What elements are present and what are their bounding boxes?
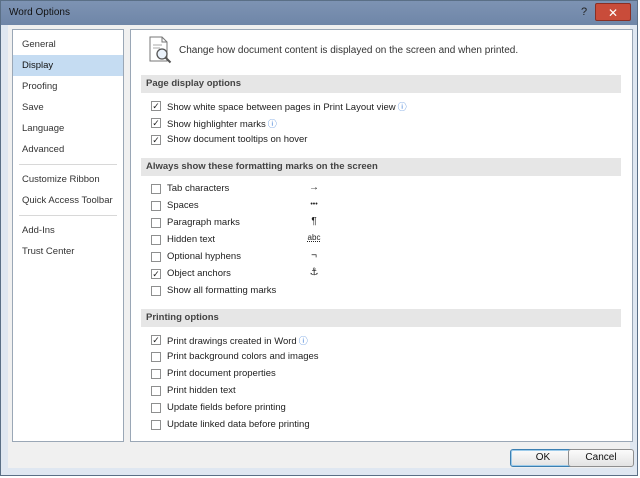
- sidebar-divider: [19, 164, 117, 165]
- close-icon[interactable]: ✕: [595, 3, 631, 21]
- checkbox-print-background[interactable]: [151, 352, 161, 362]
- checkbox-hidden-text[interactable]: [151, 235, 161, 245]
- sidebar: General Display Proofing Save Language A…: [12, 29, 124, 442]
- word-options-window: Word Options ? ✕ General Display Proofin…: [0, 0, 638, 476]
- sidebar-item-quick-access-toolbar[interactable]: Quick Access Toolbar: [13, 190, 123, 211]
- checkbox-highlighter-marks[interactable]: ✓: [151, 118, 161, 128]
- option-label: Spaces: [167, 200, 199, 211]
- sidebar-item-proofing[interactable]: Proofing: [13, 76, 123, 97]
- section-formatting-marks: Always show these formatting marks on th…: [141, 158, 621, 176]
- section-page-display-options: Page display options: [141, 75, 621, 93]
- checkbox-paragraph-marks[interactable]: [151, 218, 161, 228]
- info-icon: ⓘ: [298, 336, 308, 346]
- option-label: Show document tooltips on hover: [167, 134, 308, 145]
- option-label: Update linked data before printing: [167, 419, 310, 430]
- option-label: Tab characters: [167, 183, 230, 194]
- pilcrow-icon: ¶: [311, 216, 317, 227]
- dialog-client: General Display Proofing Save Language A…: [8, 25, 634, 468]
- option-label: Optional hyphens: [167, 251, 241, 262]
- checkbox-document-tooltips[interactable]: ✓: [151, 135, 161, 145]
- cancel-button[interactable]: Cancel: [568, 449, 634, 467]
- checkbox-print-properties[interactable]: [151, 369, 161, 379]
- sidebar-item-language[interactable]: Language: [13, 118, 123, 139]
- hidden-text-icon: abc: [307, 233, 321, 242]
- checkbox-white-space[interactable]: ✓: [151, 101, 161, 111]
- anchor-icon: ⚓: [309, 267, 319, 278]
- sidebar-item-display[interactable]: Display: [13, 55, 123, 76]
- option-label: Print background colors and images: [167, 351, 319, 362]
- option-label: Print hidden text: [167, 385, 236, 396]
- document-magnifier-icon: [149, 36, 172, 64]
- checkbox-optional-hyphens[interactable]: [151, 252, 161, 262]
- info-icon: ⓘ: [397, 102, 407, 112]
- checkbox-print-hidden-text[interactable]: [151, 386, 161, 396]
- checkbox-update-linked-data[interactable]: [151, 420, 161, 430]
- options-panel: Change how document content is displayed…: [130, 29, 633, 442]
- option-label: Show white space between pages in Print …: [167, 102, 396, 113]
- option-label: Update fields before printing: [167, 402, 286, 413]
- info-icon: ⓘ: [267, 119, 277, 129]
- option-label: Hidden text: [167, 234, 216, 245]
- optional-hyphen-icon: ¬: [311, 250, 317, 261]
- checkbox-show-all-marks[interactable]: [151, 286, 161, 296]
- checkbox-object-anchors[interactable]: ✓: [151, 269, 161, 279]
- space-dots-icon: •••: [310, 201, 318, 208]
- page-description: Change how document content is displayed…: [179, 45, 519, 56]
- sidebar-item-customize-ribbon[interactable]: Customize Ribbon: [13, 169, 123, 190]
- option-label: Print drawings created in Word: [167, 336, 297, 347]
- checkbox-print-drawings[interactable]: ✓: [151, 335, 161, 345]
- option-label: Show highlighter marks: [167, 119, 266, 130]
- option-label: Paragraph marks: [167, 217, 240, 228]
- checkbox-tab-characters[interactable]: [151, 184, 161, 194]
- page-header: Change how document content is displayed…: [147, 34, 607, 66]
- option-label: Object anchors: [167, 268, 231, 279]
- option-label: Show all formatting marks: [167, 285, 277, 296]
- checkbox-update-fields[interactable]: [151, 403, 161, 413]
- sidebar-item-general[interactable]: General: [13, 34, 123, 55]
- tab-arrow-icon: →: [309, 182, 319, 193]
- sidebar-item-save[interactable]: Save: [13, 97, 123, 118]
- help-icon[interactable]: ?: [577, 5, 591, 19]
- title-bar: Word Options ? ✕: [1, 1, 637, 25]
- section-printing-options: Printing options: [141, 309, 621, 327]
- window-title: Word Options: [9, 7, 70, 18]
- checkbox-spaces[interactable]: [151, 201, 161, 211]
- sidebar-item-add-ins[interactable]: Add-Ins: [13, 220, 123, 241]
- ok-button[interactable]: OK: [510, 449, 576, 467]
- option-label: Print document properties: [167, 368, 276, 379]
- sidebar-item-advanced[interactable]: Advanced: [13, 139, 123, 160]
- sidebar-divider: [19, 215, 117, 216]
- sidebar-item-trust-center[interactable]: Trust Center: [13, 241, 123, 262]
